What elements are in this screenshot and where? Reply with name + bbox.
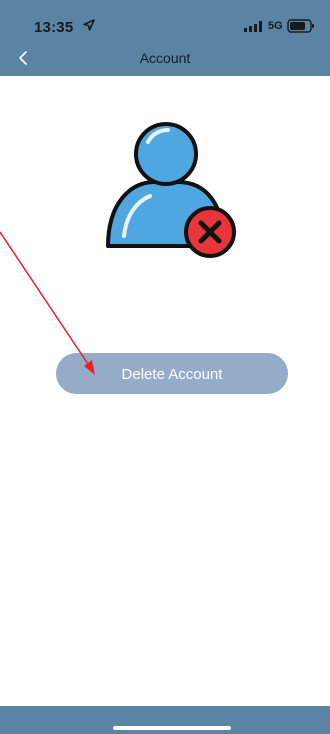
page-title: Account [139,50,191,66]
network-type: 5G [268,20,283,32]
location-arrow-icon [83,19,95,31]
home-indicator [113,726,231,730]
delete-account-button[interactable]: Delete Account [56,353,288,394]
app-header: 13:35 5G Account [0,0,330,76]
avatar [98,116,248,266]
account-screen: 13:35 5G Account Delete Account [0,0,330,734]
user-remove-icon [106,122,236,258]
signal-icon [244,21,262,32]
battery-icon [287,19,314,33]
status-time: 13:35 [34,19,74,36]
